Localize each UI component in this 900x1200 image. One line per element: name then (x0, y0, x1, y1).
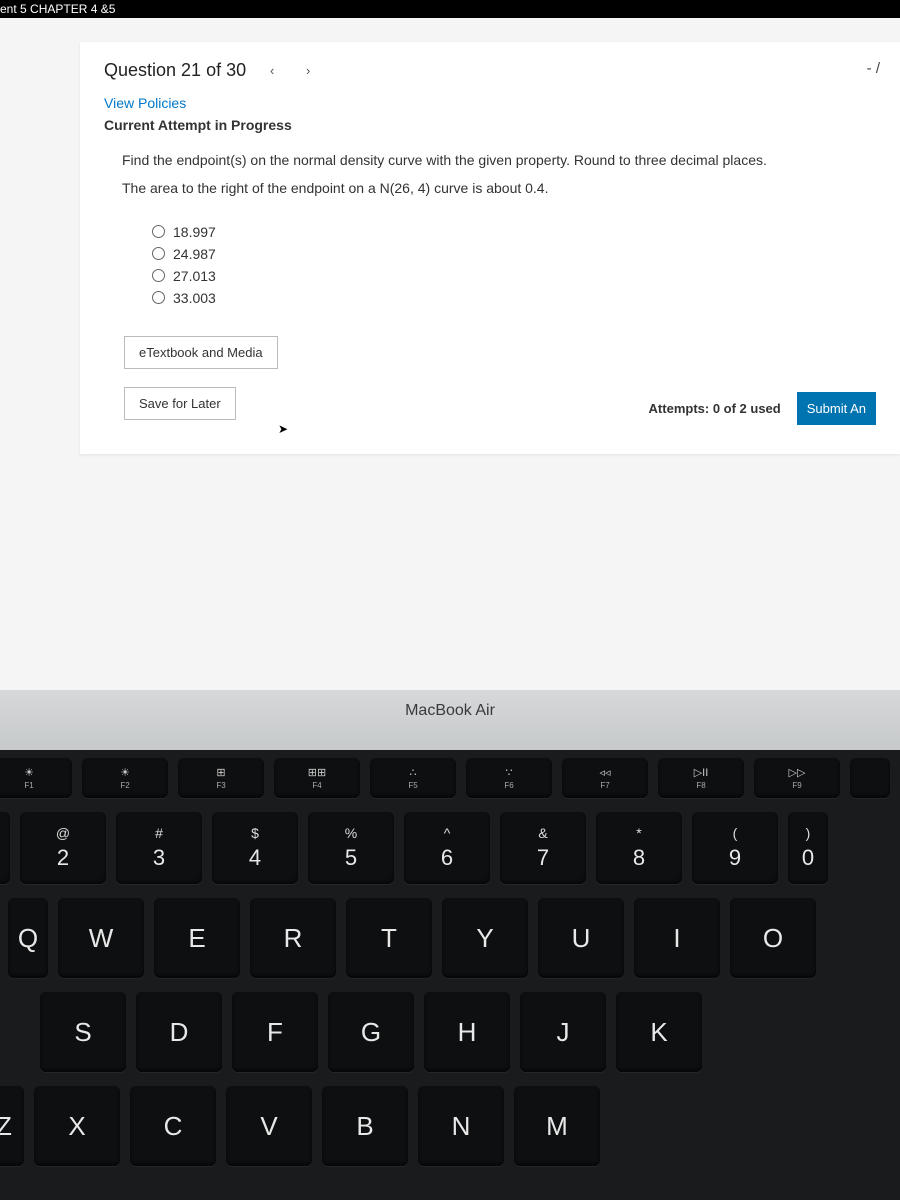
key-i[interactable]: I (634, 898, 720, 978)
key-x[interactable]: X (34, 1086, 120, 1166)
submit-answer-button[interactable]: Submit An (797, 392, 876, 425)
f5-key[interactable]: ∴F5 (370, 758, 456, 798)
question-prompt-2: The area to the right of the endpoint on… (122, 177, 876, 199)
key-7[interactable]: &7 (500, 812, 586, 884)
question-header: Question 21 of 30 ‹ › (104, 60, 876, 81)
key-c[interactable]: C (130, 1086, 216, 1166)
bottom-actions: Save for Later Attempts: 0 of 2 used Sub… (124, 387, 876, 430)
number-key-row: @2 #3 $4 %5 ^6 &7 *8 (9 )0 (0, 812, 900, 884)
key-k[interactable]: K (616, 992, 702, 1072)
question-card: Question 21 of 30 ‹ › - / View Policies … (80, 42, 900, 454)
f8-key[interactable]: ▷IIF8 (658, 758, 744, 798)
key-z[interactable]: Z (0, 1086, 24, 1166)
key-s[interactable]: S (40, 992, 126, 1072)
zxcv-row: Z X C V B N M (0, 1086, 900, 1166)
key-j[interactable]: J (520, 992, 606, 1072)
key-g[interactable]: G (328, 992, 414, 1072)
f6-key[interactable]: ∵F6 (466, 758, 552, 798)
laptop-keyboard: MacBook Air ☀F1 ☀F2 ⊞F3 ⊞⊞F4 ∴F5 ∵F6 ◃◃F… (0, 690, 900, 1200)
radio-icon (152, 247, 165, 260)
f4-key[interactable]: ⊞⊞F4 (274, 758, 360, 798)
key-0[interactable]: )0 (788, 812, 828, 884)
key-9[interactable]: (9 (692, 812, 778, 884)
key-8[interactable]: *8 (596, 812, 682, 884)
radio-icon (152, 291, 165, 304)
key-h[interactable]: H (424, 992, 510, 1072)
laptop-brand: MacBook Air (0, 690, 900, 750)
etextbook-button[interactable]: eTextbook and Media (124, 336, 278, 369)
key-r[interactable]: R (250, 898, 336, 978)
key-v[interactable]: V (226, 1086, 312, 1166)
view-policies-link[interactable]: View Policies (104, 95, 876, 111)
key-t[interactable]: T (346, 898, 432, 978)
option-3[interactable]: 27.013 (152, 268, 876, 284)
attempt-status: Current Attempt in Progress (104, 117, 876, 133)
option-label: 24.987 (173, 246, 216, 262)
key-b[interactable]: B (322, 1086, 408, 1166)
attempts-text: Attempts: 0 of 2 used (649, 401, 781, 416)
option-4[interactable]: 33.003 (152, 290, 876, 306)
option-label: 27.013 (173, 268, 216, 284)
page-header: ent 5 CHAPTER 4 &5 (0, 0, 900, 18)
key-q[interactable]: Q (8, 898, 48, 978)
key-2[interactable]: @2 (20, 812, 106, 884)
save-for-later-button[interactable]: Save for Later (124, 387, 236, 420)
radio-icon (152, 269, 165, 282)
key-3[interactable]: #3 (116, 812, 202, 884)
key-u[interactable]: U (538, 898, 624, 978)
radio-icon (152, 225, 165, 238)
answer-options: 18.997 24.987 27.013 33.003 (152, 224, 876, 306)
key-f[interactable]: F (232, 992, 318, 1072)
key-n[interactable]: N (418, 1086, 504, 1166)
header-title: ent 5 CHAPTER 4 &5 (0, 2, 115, 16)
key-o[interactable]: O (730, 898, 816, 978)
key-6[interactable]: ^6 (404, 812, 490, 884)
next-question-button[interactable]: › (298, 61, 318, 81)
qwerty-row: Q W E R T Y U I O (8, 898, 900, 978)
f2-key[interactable]: ☀F2 (82, 758, 168, 798)
asdf-row: S D F G H J K (40, 992, 900, 1072)
cursor-icon: ➤ (278, 422, 288, 436)
option-2[interactable]: 24.987 (152, 246, 876, 262)
f7-key[interactable]: ◃◃F7 (562, 758, 648, 798)
key-m[interactable]: M (514, 1086, 600, 1166)
f1-key[interactable]: ☀F1 (0, 758, 72, 798)
question-number: Question 21 of 30 (104, 60, 246, 81)
f10-key[interactable] (850, 758, 890, 798)
key-4[interactable]: $4 (212, 812, 298, 884)
key-d[interactable]: D (136, 992, 222, 1072)
prev-question-button[interactable]: ‹ (262, 61, 282, 81)
f3-key[interactable]: ⊞F3 (178, 758, 264, 798)
function-key-row: ☀F1 ☀F2 ⊞F3 ⊞⊞F4 ∴F5 ∵F6 ◃◃F7 ▷IIF8 ▷▷F9 (0, 758, 900, 798)
option-label: 18.997 (173, 224, 216, 240)
score-display: - / (867, 60, 880, 77)
key-y[interactable]: Y (442, 898, 528, 978)
key-w[interactable]: W (58, 898, 144, 978)
option-1[interactable]: 18.997 (152, 224, 876, 240)
option-label: 33.003 (173, 290, 216, 306)
key-1[interactable] (0, 812, 10, 884)
key-5[interactable]: %5 (308, 812, 394, 884)
key-e[interactable]: E (154, 898, 240, 978)
f9-key[interactable]: ▷▷F9 (754, 758, 840, 798)
question-prompt-1: Find the endpoint(s) on the normal densi… (122, 149, 876, 171)
